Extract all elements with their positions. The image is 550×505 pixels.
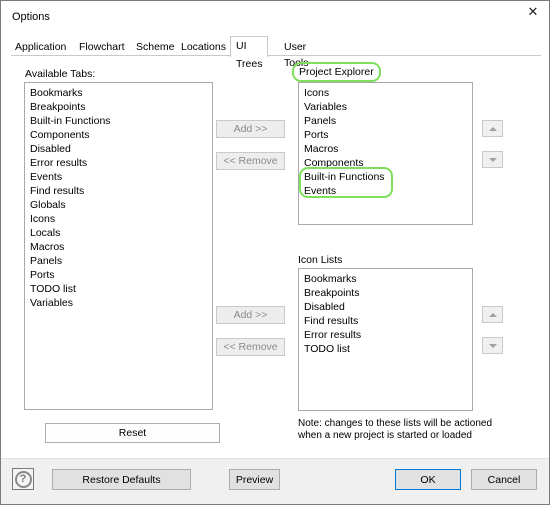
remove-from-icon-lists-button[interactable]: << Remove — [216, 338, 285, 356]
list-item[interactable]: Disabled — [30, 142, 212, 156]
move-down-button[interactable] — [482, 151, 503, 168]
list-item[interactable]: Disabled — [304, 300, 472, 314]
list-item[interactable]: Macros — [304, 142, 472, 156]
list-item[interactable]: Variables — [304, 100, 472, 114]
list-item[interactable]: Error results — [30, 156, 212, 170]
note-text: Note: changes to these lists will be act… — [298, 418, 492, 442]
add-to-icon-lists-button[interactable]: Add >> — [216, 306, 285, 324]
cancel-button[interactable]: Cancel — [471, 469, 537, 490]
chevron-down-icon — [488, 343, 497, 348]
list-item[interactable]: Bookmarks — [30, 86, 212, 100]
tab-ui-trees[interactable]: UI Trees — [230, 36, 269, 70]
list-item[interactable]: Events — [304, 184, 472, 198]
remove-from-project-explorer-button[interactable]: << Remove — [216, 152, 285, 170]
list-item[interactable]: Variables — [30, 296, 212, 310]
tab-locations[interactable]: Locations — [181, 39, 226, 55]
list-item[interactable]: Components — [30, 128, 212, 142]
reset-button[interactable]: Reset — [45, 423, 220, 443]
list-item[interactable]: Icons — [30, 212, 212, 226]
list-item[interactable]: Ports — [304, 128, 472, 142]
close-icon[interactable]: ✕ — [523, 4, 543, 20]
options-dialog: Options ✕ Application Flowchart Scheme L… — [0, 0, 550, 505]
note-line: when a new project is started or loaded — [298, 430, 472, 441]
add-to-project-explorer-button[interactable]: Add >> — [216, 120, 285, 138]
list-item[interactable]: TODO list — [304, 342, 472, 356]
list-item[interactable]: Globals — [30, 198, 212, 212]
list-item[interactable]: Built-in Functions — [304, 170, 472, 184]
move-down-button[interactable] — [482, 337, 503, 354]
window-title: Options — [12, 11, 50, 23]
move-up-button[interactable] — [482, 306, 503, 323]
help-icon: ? — [14, 470, 32, 488]
list-item[interactable]: Ports — [30, 268, 212, 282]
chevron-down-icon — [488, 157, 497, 162]
list-item[interactable]: Built-in Functions — [30, 114, 212, 128]
restore-defaults-button[interactable]: Restore Defaults — [52, 469, 191, 490]
note-line: Note: changes to these lists will be act… — [298, 418, 492, 429]
tab-user-tools[interactable]: User Tools — [284, 39, 309, 69]
list-item[interactable]: Locals — [30, 226, 212, 240]
ok-button[interactable]: OK — [395, 469, 461, 490]
list-item[interactable]: Panels — [304, 114, 472, 128]
available-tabs-list[interactable]: Bookmarks Breakpoints Built-in Functions… — [24, 82, 213, 410]
tab-scheme[interactable]: Scheme — [136, 39, 175, 55]
list-item[interactable]: Find results — [30, 184, 212, 198]
chevron-up-icon — [488, 126, 497, 131]
list-item[interactable]: Events — [30, 170, 212, 184]
list-item[interactable]: Components — [304, 156, 472, 170]
chevron-up-icon — [488, 312, 497, 317]
list-item[interactable]: Macros — [30, 240, 212, 254]
tab-flowchart[interactable]: Flowchart — [79, 39, 125, 55]
project-explorer-label: Project Explorer — [292, 62, 381, 82]
list-item[interactable]: Icons — [304, 86, 472, 100]
project-explorer-list[interactable]: Icons Variables Panels Ports Macros Comp… — [298, 82, 473, 225]
list-item[interactable]: Find results — [304, 314, 472, 328]
list-item[interactable]: Breakpoints — [30, 100, 212, 114]
list-item[interactable]: TODO list — [30, 282, 212, 296]
icon-lists-list[interactable]: Bookmarks Breakpoints Disabled Find resu… — [298, 268, 473, 411]
list-item[interactable]: Panels — [30, 254, 212, 268]
move-up-button[interactable] — [482, 120, 503, 137]
icon-lists-label: Icon Lists — [298, 254, 343, 266]
help-button[interactable]: ? — [12, 468, 34, 490]
list-item[interactable]: Breakpoints — [304, 286, 472, 300]
tab-application[interactable]: Application — [15, 39, 66, 55]
list-item[interactable]: Bookmarks — [304, 272, 472, 286]
preview-button[interactable]: Preview — [229, 469, 280, 490]
available-tabs-label: Available Tabs: — [25, 68, 96, 80]
list-item[interactable]: Error results — [304, 328, 472, 342]
